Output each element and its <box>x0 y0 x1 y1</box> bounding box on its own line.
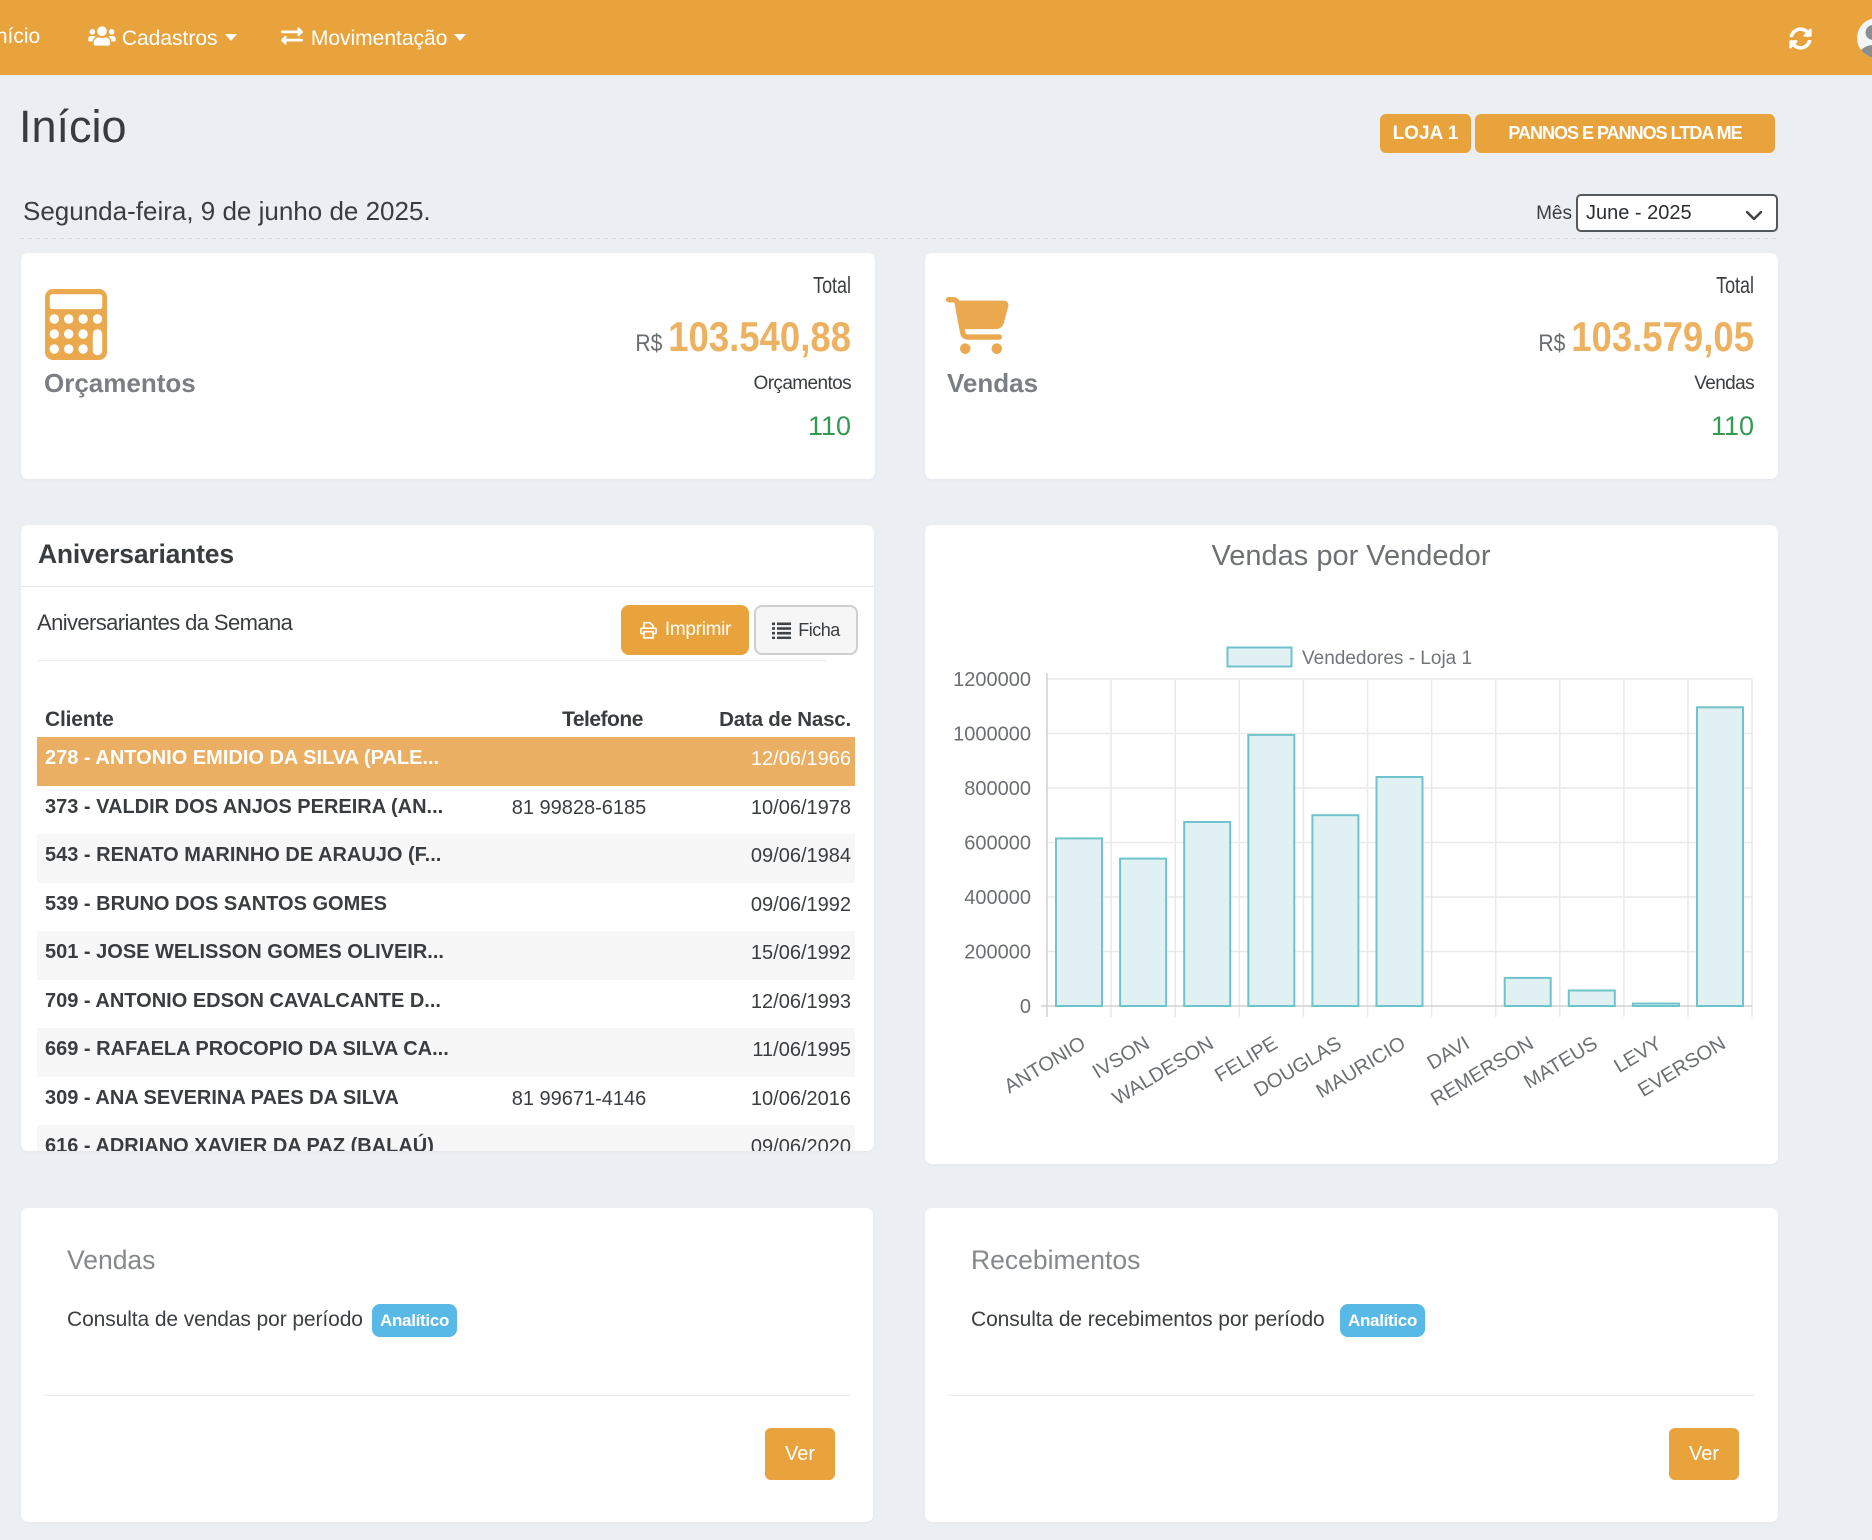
svg-text:Vendedores - Loja 1: Vendedores - Loja 1 <box>1302 648 1472 669</box>
svg-text:MATEUS: MATEUS <box>1520 1032 1601 1093</box>
svg-text:1000000: 1000000 <box>953 724 1031 746</box>
svg-text:Vendas por Vendedor: Vendas por Vendedor <box>1212 540 1491 572</box>
svg-text:ANTONIO: ANTONIO <box>1000 1032 1089 1098</box>
svg-text:200000: 200000 <box>964 942 1031 964</box>
svg-text:0: 0 <box>1020 996 1031 1018</box>
svg-text:600000: 600000 <box>964 833 1031 855</box>
svg-text:800000: 800000 <box>964 778 1031 800</box>
svg-text:1200000: 1200000 <box>953 669 1031 691</box>
svg-text:400000: 400000 <box>964 887 1031 909</box>
